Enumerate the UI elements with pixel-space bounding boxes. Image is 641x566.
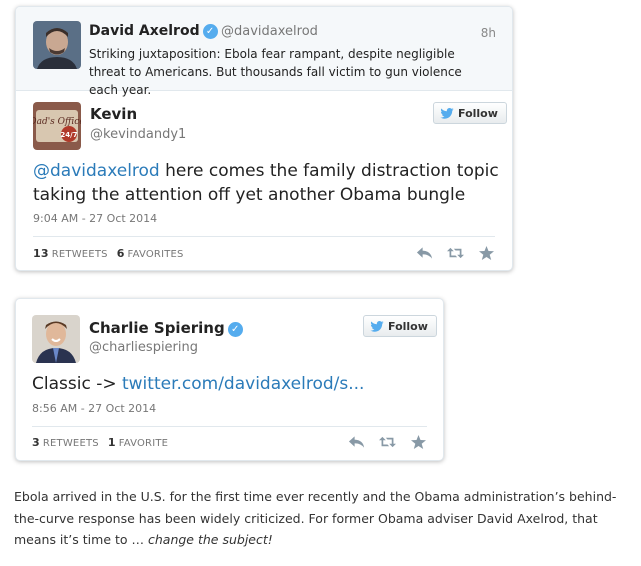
tweet-link[interactable]: twitter.com/davidaxelrod/s... xyxy=(122,374,364,394)
divider xyxy=(33,236,495,237)
author-handle[interactable]: @charliespiering xyxy=(89,340,198,355)
quoted-tweet-text: Striking juxtaposition: Ebola fear rampa… xyxy=(89,47,462,97)
author-name[interactable]: Kevin xyxy=(90,105,137,123)
reply-icon[interactable] xyxy=(416,246,433,260)
tweet-card-charlie: Charlie Spiering ✓ @charliespiering Follo… xyxy=(15,298,444,461)
tweet-card-kevin: David Axelrod ✓ @davidaxelrod 8h Striking… xyxy=(15,6,513,271)
retweet-count[interactable]: 3 xyxy=(32,436,40,449)
favorite-icon[interactable] xyxy=(410,435,427,449)
follow-button[interactable]: Follow xyxy=(433,102,507,124)
svg-text:24/7: 24/7 xyxy=(60,131,77,139)
favorite-icon[interactable] xyxy=(478,246,495,260)
follow-button[interactable]: Follow xyxy=(363,315,437,337)
retweet-icon[interactable] xyxy=(447,246,464,260)
article-paragraph: Ebola arrived in the U.S. for the first … xyxy=(14,489,617,547)
tweet-text: @davidaxelrod here comes the family dist… xyxy=(33,161,499,205)
tweet-timestamp[interactable]: 9:04 AM - 27 Oct 2014 xyxy=(33,212,157,225)
twitter-bird-icon xyxy=(370,320,384,332)
author-name[interactable]: Charlie Spiering ✓ xyxy=(89,319,243,337)
article-emphasis: change the subject! xyxy=(147,532,273,547)
quoted-author-handle[interactable]: @davidaxelrod xyxy=(221,24,318,39)
mention-link[interactable]: @davidaxelrod xyxy=(33,161,160,181)
tweet-stats: 13 RETWEETS 6 FAVORITES xyxy=(33,247,184,260)
avatar-kevin[interactable]: Dad's Office 24/7 xyxy=(33,102,81,150)
quoted-timestamp[interactable]: 8h xyxy=(481,26,496,40)
favorite-count[interactable]: 1 xyxy=(108,436,116,449)
favorite-count[interactable]: 6 xyxy=(117,247,125,260)
tweet-actions xyxy=(416,246,495,260)
reply-icon[interactable] xyxy=(348,435,365,449)
tweet-timestamp[interactable]: 8:56 AM - 27 Oct 2014 xyxy=(32,402,156,415)
author-handle[interactable]: @kevindandy1 xyxy=(90,127,186,142)
quoted-tweet[interactable]: David Axelrod ✓ @davidaxelrod 8h Striking… xyxy=(16,7,512,97)
retweet-count[interactable]: 13 xyxy=(33,247,49,260)
svg-text:Dad's Office: Dad's Office xyxy=(33,117,81,127)
tweet-actions xyxy=(348,435,427,449)
divider xyxy=(32,426,427,427)
tweet-stats: 3 RETWEETS 1 FAVORITE xyxy=(32,436,169,449)
follow-label: Follow xyxy=(388,319,428,333)
avatar-charlie-spiering[interactable] xyxy=(32,315,80,363)
twitter-bird-icon xyxy=(440,107,454,119)
follow-label: Follow xyxy=(458,106,498,120)
avatar-david-axelrod[interactable] xyxy=(33,21,81,69)
quoted-author-name[interactable]: David Axelrod ✓ xyxy=(89,23,218,39)
tweet-text: Classic -> twitter.com/davidaxelrod/s... xyxy=(32,374,365,394)
retweet-icon[interactable] xyxy=(379,435,396,449)
verified-icon: ✓ xyxy=(227,322,243,337)
verified-icon: ✓ xyxy=(202,24,218,39)
